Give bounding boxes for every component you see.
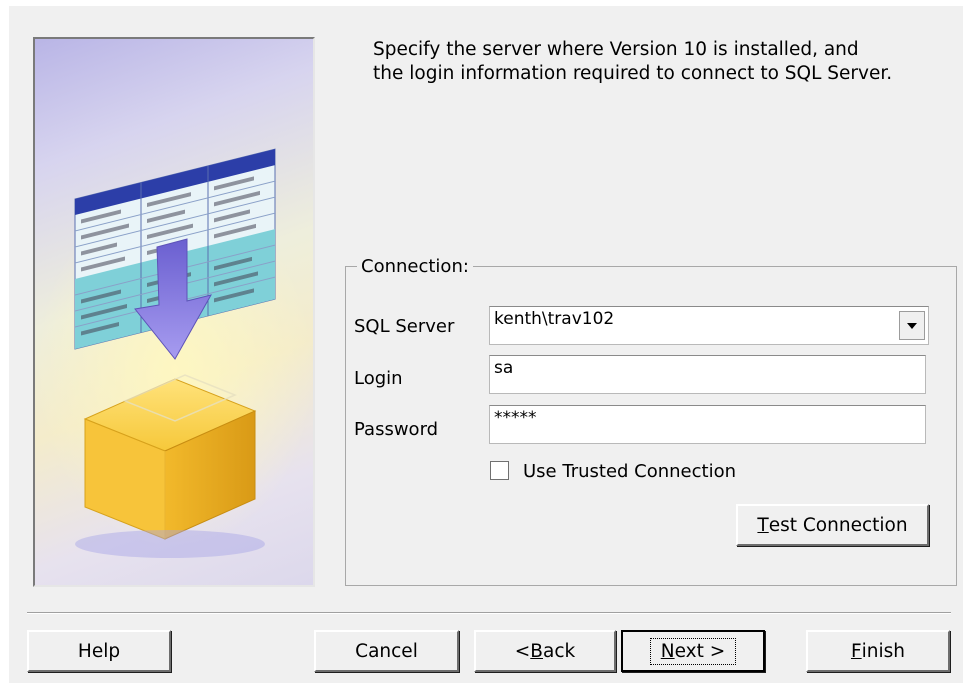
test-mnemonic: T [757,514,769,536]
wizard-illustration [33,37,315,587]
chevron-down-icon[interactable] [899,311,925,340]
help-button[interactable]: Help [27,630,171,672]
login-label: Login [354,368,403,389]
connection-legend: Connection: [357,256,473,277]
password-field[interactable]: ***** [489,405,926,444]
test-connection-button[interactable]: Test Connection [736,504,929,546]
database-table-illustration [35,148,313,558]
password-label: Password [354,419,439,440]
next-focus-rect: Next > [649,637,737,665]
sql-server-label: SQL Server [354,316,455,337]
trusted-connection-checkbox[interactable] [490,461,509,480]
finish-button[interactable]: Finish [806,630,950,672]
trusted-connection-label: Use Trusted Connection [523,461,737,482]
next-button[interactable]: Next > [621,630,765,672]
cancel-button[interactable]: Cancel [314,630,459,672]
wizard-instructions: Specify the server where Version 10 is i… [373,39,893,84]
back-button[interactable]: < Back [474,630,616,672]
login-field[interactable]: sa [489,355,926,394]
sql-server-combo[interactable]: kenth\trav102 [489,306,929,345]
sql-server-value: kenth\trav102 [494,309,615,329]
button-separator [27,612,951,614]
